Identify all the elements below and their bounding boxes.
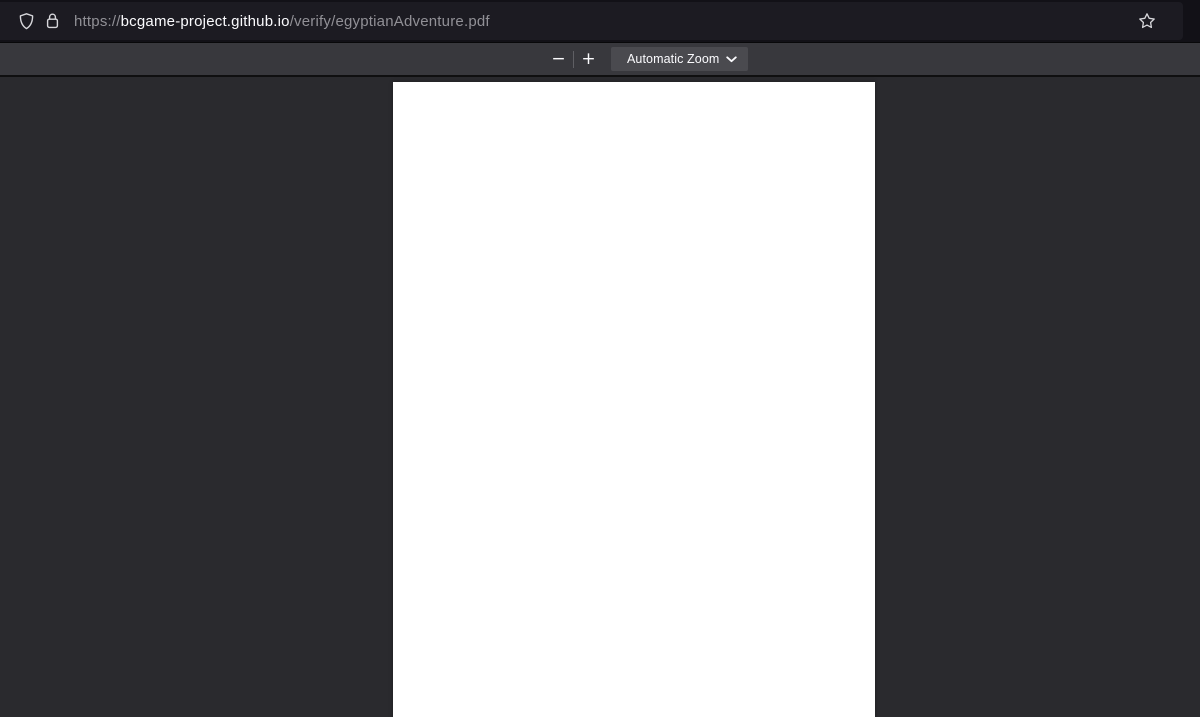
- star-icon: [1138, 12, 1156, 30]
- chevron-down-icon: [726, 55, 737, 63]
- bookmark-star-button[interactable]: [1133, 7, 1161, 35]
- url-domain: bcgame-project.github.io: [120, 12, 290, 30]
- url-scheme: https://: [74, 12, 121, 30]
- zoom-out-button[interactable]: −: [545, 46, 572, 73]
- zoom-level-select[interactable]: Automatic Zoom: [611, 47, 748, 71]
- browser-top-bar: https://bcgame-project.github.io/verify/…: [0, 0, 1200, 42]
- zoom-controls: − + Automatic Zoom: [545, 43, 748, 75]
- url-text: https://bcgame-project.github.io/verify/…: [74, 13, 490, 30]
- shield-icon[interactable]: [13, 8, 39, 34]
- toolbar-separator: [573, 50, 574, 68]
- url-path: /verify/egyptianAdventure.pdf: [289, 12, 490, 30]
- lock-icon[interactable]: [39, 8, 65, 34]
- address-bar[interactable]: https://bcgame-project.github.io/verify/…: [0, 2, 1183, 40]
- pdf-page: [393, 82, 875, 717]
- zoom-level-value: Automatic Zoom: [627, 52, 720, 66]
- pdf-toolbar: − + Automatic Zoom: [0, 42, 1200, 77]
- pdf-viewer-content: [0, 77, 1200, 717]
- zoom-in-button[interactable]: +: [575, 46, 602, 73]
